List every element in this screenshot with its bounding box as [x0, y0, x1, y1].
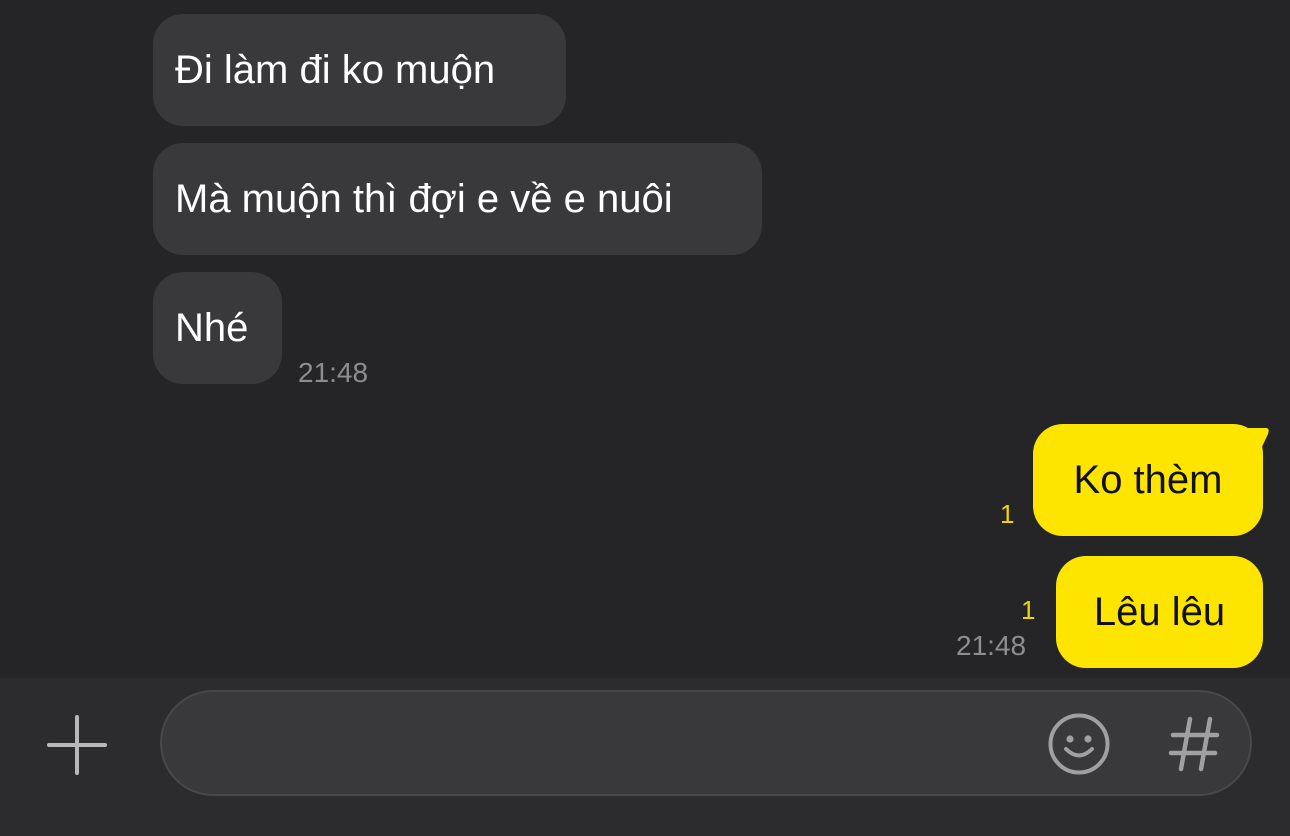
incoming-message[interactable]: Đi làm đi ko muộn — [153, 14, 566, 126]
outgoing-message[interactable]: Ko thèm — [1033, 424, 1263, 536]
incoming-message[interactable]: Nhé — [153, 272, 282, 384]
message-timestamp: 21:48 — [956, 630, 1027, 661]
plus-icon[interactable] — [46, 714, 108, 776]
unread-count: 1 — [1021, 595, 1036, 625]
outgoing-message[interactable]: Lêu lêu — [1056, 556, 1263, 668]
message-timestamp: 21:48 — [298, 357, 369, 388]
smiley-icon[interactable] — [1047, 712, 1111, 776]
message-input[interactable] — [198, 714, 1062, 774]
message-list[interactable]: Đi làm đi ko muộn Mà muộn thì đợi e về e… — [0, 0, 1290, 678]
unread-count: 1 — [1000, 499, 1015, 529]
incoming-message[interactable]: Mà muộn thì đợi e về e nuôi — [153, 143, 762, 255]
hashtag-icon[interactable] — [1168, 716, 1220, 772]
